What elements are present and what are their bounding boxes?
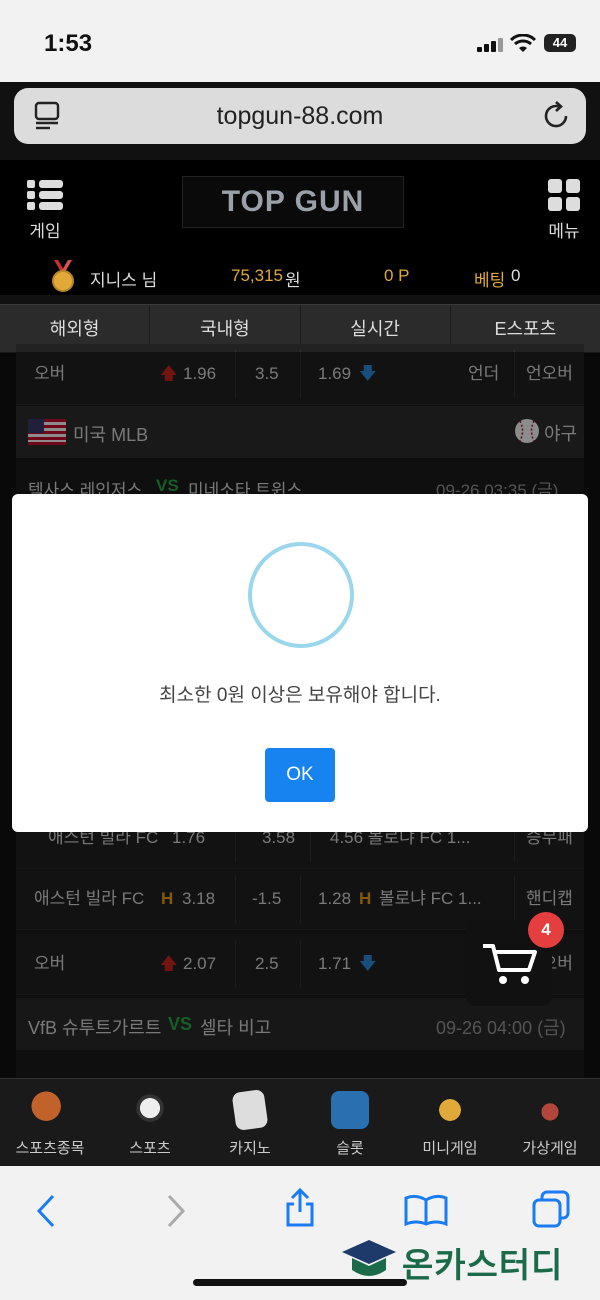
balance-unit: 원	[285, 271, 301, 290]
battery-icon: 44	[544, 34, 576, 52]
status-bar: 1:53 44	[0, 0, 600, 82]
nav-sports[interactable]: 스포츠	[100, 1079, 200, 1167]
status-time: 1:53	[44, 30, 93, 57]
tabs-icon[interactable]	[532, 1190, 570, 1228]
url-text[interactable]: topgun-88.com	[14, 102, 586, 131]
nav-label: 스포츠	[129, 1140, 171, 1157]
game-label: 게임	[29, 222, 61, 241]
cellular-signal-icon	[477, 38, 503, 52]
medal-icon	[52, 260, 74, 292]
nav-label: 가상게임	[522, 1140, 578, 1157]
game-menu-button[interactable]: 게임	[22, 178, 68, 242]
watermark-text: 온카스터디	[402, 1247, 564, 1285]
menu-label: 메뉴	[548, 222, 580, 241]
nav-slot[interactable]: 슬롯	[300, 1079, 400, 1167]
nav-minigame[interactable]: 미니게임	[400, 1079, 500, 1167]
slot-machine-icon	[331, 1091, 369, 1129]
nav-label: 슬롯	[336, 1140, 364, 1157]
balance-value: 75,315	[231, 266, 283, 285]
main-menu-button[interactable]: 메뉴	[540, 178, 588, 242]
grid-icon	[548, 179, 580, 211]
ok-button[interactable]: OK	[265, 748, 335, 802]
address-bar[interactable]: topgun-88.com	[14, 88, 586, 144]
forward-icon[interactable]	[166, 1194, 186, 1228]
cart-count-badge: 4	[528, 912, 564, 948]
list-icon	[27, 180, 63, 210]
reload-icon[interactable]	[542, 101, 572, 131]
betting-label[interactable]: 베팅	[474, 266, 505, 291]
cart-icon	[483, 944, 537, 984]
ferris-wheel-icon	[431, 1091, 469, 1129]
alert-message: 최소한 0원 이상은 보유해야 합니다.	[159, 685, 441, 706]
nav-label: 미니게임	[422, 1140, 478, 1157]
share-icon[interactable]	[284, 1188, 316, 1228]
bookmarks-icon[interactable]	[404, 1194, 448, 1226]
graduation-cap-icon	[342, 1240, 396, 1276]
nav-label: 카지노	[229, 1140, 271, 1157]
horse-racing-icon	[531, 1091, 569, 1129]
nav-casino[interactable]: 카지노	[200, 1079, 300, 1167]
live-sports-icon	[131, 1091, 169, 1129]
site-logo[interactable]: TOP GUN	[182, 176, 404, 228]
bottom-nav: 스포츠종목 스포츠 카지노 슬롯 미니게임 가상게임	[0, 1078, 600, 1167]
user-name: 지니스 님	[90, 271, 158, 290]
nav-label: 스포츠종목	[15, 1140, 85, 1157]
alert-dialog: 최소한 0원 이상은 보유해야 합니다. OK	[12, 494, 588, 832]
logo-text: TOP GUN	[221, 185, 365, 218]
playing-cards-icon	[231, 1088, 269, 1132]
points-value: 0 P	[384, 266, 410, 285]
loading-circle-icon	[248, 542, 354, 648]
sports-balls-icon	[31, 1091, 69, 1129]
user-info-row: 지니스 님 75,315 원 0 P 베팅 0	[0, 258, 600, 294]
wifi-icon	[510, 34, 536, 52]
nav-virtual-game[interactable]: 가상게임	[500, 1079, 600, 1167]
betting-count: 0	[511, 266, 521, 285]
home-indicator	[193, 1279, 407, 1286]
nav-sports-category[interactable]: 스포츠종목	[0, 1079, 100, 1167]
back-icon[interactable]	[36, 1194, 56, 1228]
